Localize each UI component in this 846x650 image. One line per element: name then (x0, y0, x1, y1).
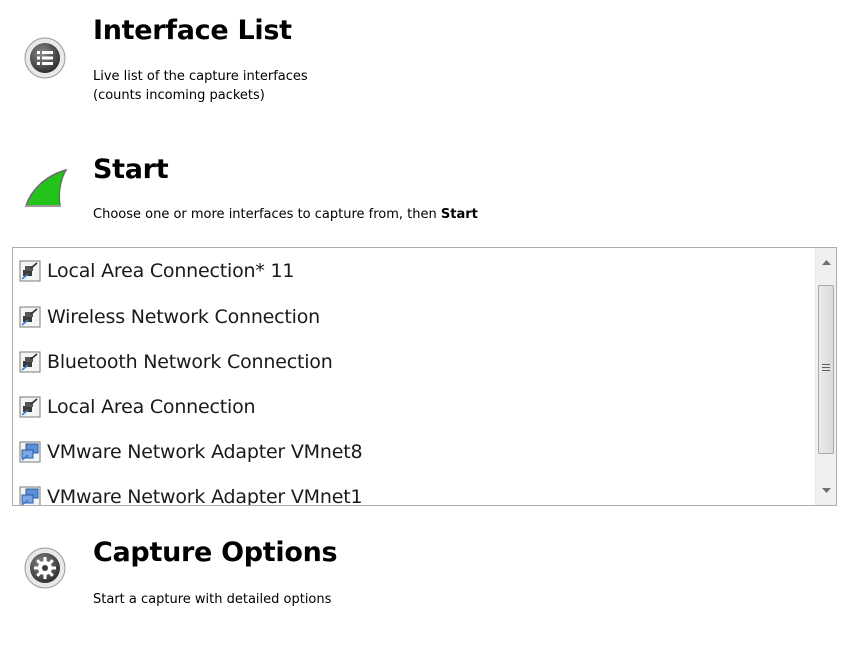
gear-icon[interactable] (23, 546, 67, 590)
interface-label: Local Area Connection (47, 395, 256, 418)
interface-list-section[interactable]: Interface List Live list of the capture … (0, 0, 846, 130)
vertical-scrollbar[interactable] (815, 248, 836, 505)
start-description-bold: Start (440, 207, 478, 222)
virtual-network-adapter-icon[interactable] (19, 486, 41, 505)
capture-options-description: Start a capture with detailed options (93, 592, 332, 607)
interface-label: Bluetooth Network Connection (47, 350, 333, 373)
welcome-capture-panel: Interface List Live list of the capture … (0, 0, 846, 650)
network-adapter-icon[interactable] (19, 396, 41, 418)
interface-label: Wireless Network Connection (47, 305, 321, 328)
scrollbar-thumb[interactable] (818, 285, 834, 454)
scroll-down-arrow-icon[interactable] (816, 481, 836, 501)
scroll-up-arrow-icon[interactable] (816, 252, 836, 272)
interface-label: VMware Network Adapter VMnet1 (47, 485, 363, 506)
scroll-grip-icon (822, 364, 830, 372)
start-title[interactable]: Start (93, 154, 169, 186)
interface-list-title[interactable]: Interface List (93, 15, 292, 47)
start-description-text: Choose one or more interfaces to capture… (93, 207, 441, 222)
interface-list-description-line2: (counts incoming packets) (93, 88, 265, 103)
network-adapter-icon[interactable] (19, 351, 41, 373)
interface-item[interactable]: Local Area Connection* 11 (13, 248, 818, 294)
list-icon[interactable] (23, 36, 67, 80)
interface-item[interactable]: Wireless Network Connection (13, 294, 818, 339)
capture-options-title[interactable]: Capture Options (93, 537, 338, 569)
interface-list: Local Area Connection* 11 Wireless Networ… (13, 248, 818, 505)
shark-fin-icon[interactable] (24, 166, 68, 210)
network-adapter-icon[interactable] (19, 306, 41, 328)
interface-item[interactable]: Bluetooth Network Connection (13, 339, 818, 384)
virtual-network-adapter-icon[interactable] (19, 441, 41, 463)
interface-label: Local Area Connection* 11 (47, 260, 295, 282)
capture-options-section[interactable]: Capture Options Start a capture with det… (0, 520, 846, 620)
start-section[interactable]: Start Choose one or more interfaces to c… (0, 140, 846, 240)
interface-item[interactable]: VMware Network Adapter VMnet8 (13, 429, 818, 474)
interface-label: VMware Network Adapter VMnet8 (47, 440, 363, 463)
interface-item[interactable]: Local Area Connection (13, 384, 818, 429)
start-description: Choose one or more interfaces to capture… (93, 205, 478, 224)
interface-list-description-line1: Live list of the capture interfaces (93, 69, 308, 84)
network-adapter-icon[interactable] (19, 260, 41, 282)
interface-listbox[interactable]: Local Area Connection* 11 Wireless Networ… (12, 247, 837, 506)
interface-item[interactable]: VMware Network Adapter VMnet1 (13, 474, 818, 505)
